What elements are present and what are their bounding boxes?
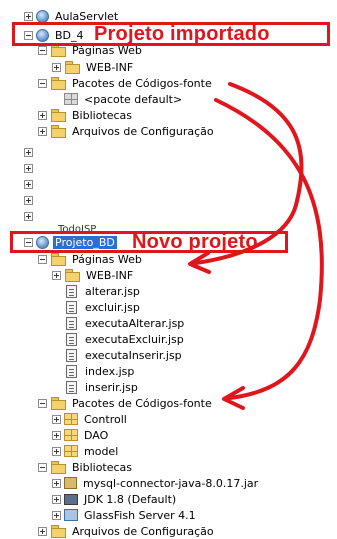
annotation-arrows <box>188 82 324 410</box>
arrow-curve-one <box>194 82 304 265</box>
arrow-curve-two <box>214 98 324 400</box>
